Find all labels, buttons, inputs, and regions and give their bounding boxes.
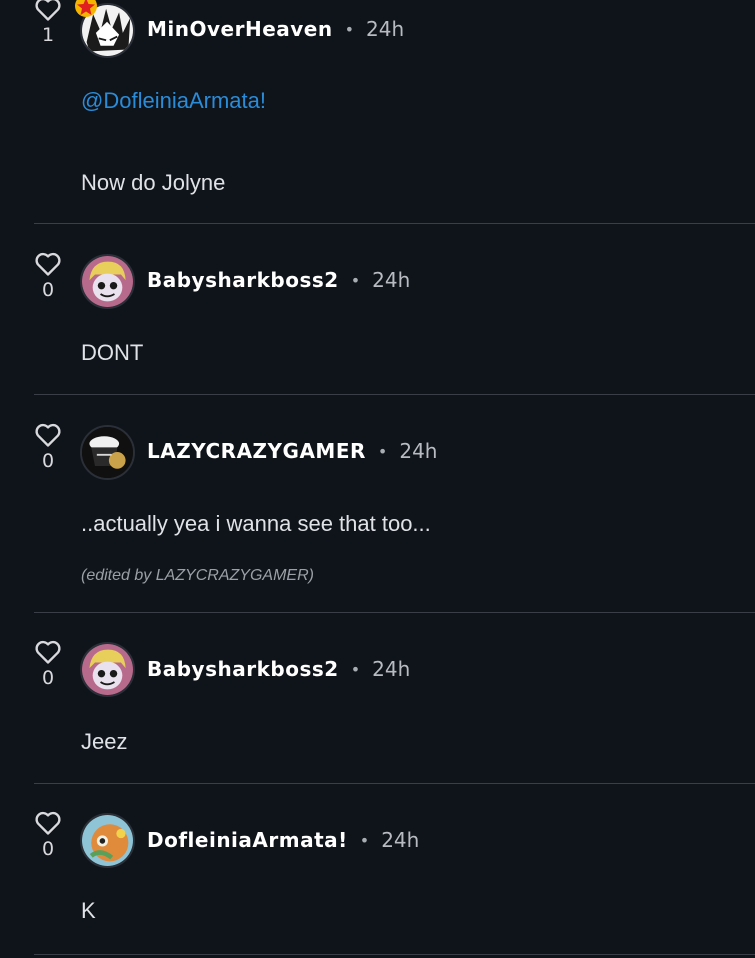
timestamp: 24h	[366, 17, 405, 41]
dark-character-avatar-icon	[82, 427, 133, 478]
like-control[interactable]: 0	[30, 422, 66, 472]
timestamp: 24h	[381, 828, 420, 852]
comment-mention-line: @DofleiniaArmata!	[81, 88, 266, 114]
like-count: 0	[41, 838, 55, 860]
like-control[interactable]: 0	[30, 251, 66, 301]
heart-icon[interactable]	[34, 422, 62, 448]
comment-text: Jeez	[81, 729, 128, 754]
avatar[interactable]	[80, 813, 135, 868]
comment-meta: Babysharkboss2 • 24h	[147, 268, 410, 292]
like-count: 1	[41, 24, 55, 46]
comment-item: 0 Babysharkboss2 • 24h DONT	[0, 224, 755, 394]
separator-dot: •	[350, 270, 361, 290]
comment-meta: MinOverHeaven • 24h	[147, 17, 404, 41]
comment-text: Now do Jolyne	[81, 170, 226, 195]
separator-dot: •	[344, 19, 355, 39]
star-badge-icon	[75, 0, 97, 17]
orange-character-avatar-icon	[82, 815, 133, 866]
separator-dot: •	[359, 830, 370, 850]
comment-item: 1 MinOverHeaven • 24h @DofleiniaArmata! …	[0, 0, 755, 224]
avatar[interactable]	[80, 254, 135, 309]
comment-text: ..actually yea i wanna see that too...	[81, 511, 431, 536]
timestamp: 24h	[372, 657, 411, 681]
username[interactable]: Babysharkboss2	[147, 657, 339, 681]
timestamp: 24h	[399, 439, 438, 463]
like-control[interactable]: 1	[30, 0, 66, 46]
comment-item: 0 Babysharkboss2 • 24h Jeez	[0, 613, 755, 783]
heart-icon[interactable]	[34, 251, 62, 277]
like-control[interactable]: 0	[30, 810, 66, 860]
blonde-character-avatar-icon	[82, 256, 133, 307]
username[interactable]: Babysharkboss2	[147, 268, 339, 292]
like-count: 0	[41, 279, 55, 301]
comment-text: DONT	[81, 340, 144, 365]
username[interactable]: LAZYCRAZYGAMER	[147, 439, 366, 463]
blonde-character-avatar-icon	[82, 644, 133, 695]
comment-item: 0 DofleiniaArmata! • 24h K	[0, 784, 755, 954]
like-control[interactable]: 0	[30, 639, 66, 689]
comment-meta: DofleiniaArmata! • 24h	[147, 828, 419, 852]
heart-icon[interactable]	[34, 639, 62, 665]
timestamp: 24h	[372, 268, 411, 292]
avatar[interactable]	[80, 642, 135, 697]
username[interactable]: DofleiniaArmata!	[147, 828, 348, 852]
separator-dot: •	[350, 659, 361, 679]
comment-text: K	[81, 898, 96, 923]
edited-note: (edited by LAZYCRAZYGAMER)	[81, 567, 314, 584]
avatar[interactable]	[80, 425, 135, 480]
like-count: 0	[41, 450, 55, 472]
like-count: 0	[41, 667, 55, 689]
divider	[34, 954, 755, 955]
heart-icon[interactable]	[34, 0, 62, 22]
comment-meta: Babysharkboss2 • 24h	[147, 657, 410, 681]
username[interactable]: MinOverHeaven	[147, 17, 333, 41]
separator-dot: •	[377, 441, 388, 461]
comment-item: 0 LAZYCRAZYGAMER • 24h ..actually yea i …	[0, 395, 755, 612]
user-mention-link[interactable]: @DofleiniaArmata!	[81, 88, 266, 113]
heart-icon[interactable]	[34, 810, 62, 836]
comment-meta: LAZYCRAZYGAMER • 24h	[147, 439, 437, 463]
